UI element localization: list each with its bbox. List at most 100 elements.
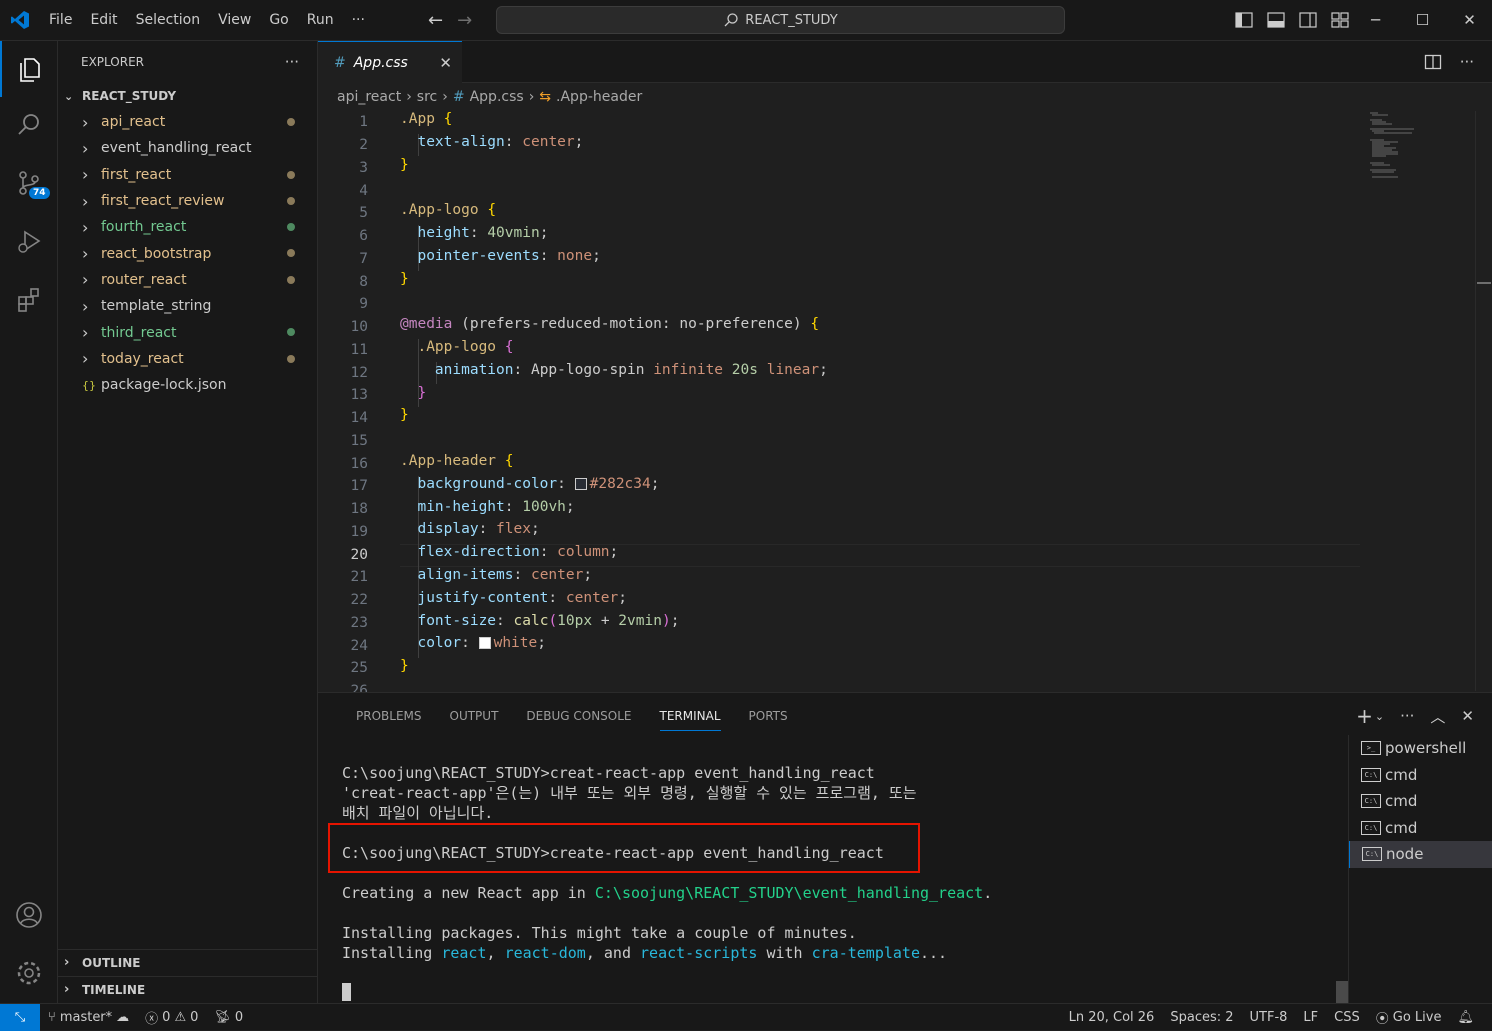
- problems-indicator[interactable]: ⓧ 0 ⚠ 0: [137, 1008, 206, 1027]
- explorer-more-button[interactable]: ···: [285, 53, 299, 71]
- customize-layout-icon[interactable]: [1330, 11, 1350, 29]
- toggle-panel-icon[interactable]: [1266, 11, 1286, 29]
- git-status-dot: [287, 249, 295, 258]
- end-of-line[interactable]: LF: [1295, 1010, 1326, 1025]
- terminal-list-item[interactable]: C:\ cmd: [1349, 788, 1492, 815]
- breadcrumb-item[interactable]: api_react: [337, 89, 401, 105]
- minimize-icon[interactable]: ─: [1352, 0, 1399, 40]
- cursor-position[interactable]: Ln 20, Col 26: [1061, 1010, 1163, 1025]
- forward-arrow-icon[interactable]: →: [457, 10, 472, 31]
- command-center[interactable]: REACT_STUDY: [496, 6, 1065, 34]
- value: white: [493, 635, 538, 651]
- git-status-dot: [287, 275, 295, 284]
- git-status-dot: [287, 118, 295, 126]
- explorer-icon[interactable]: [0, 41, 58, 97]
- tree-item[interactable]: › first_react: [58, 162, 317, 188]
- tab-app-css[interactable]: # App.css ✕: [318, 41, 462, 83]
- indentation[interactable]: Spaces: 2: [1162, 1010, 1241, 1025]
- menu-go[interactable]: Go: [260, 0, 297, 40]
- close-window-icon[interactable]: ✕: [1446, 0, 1492, 40]
- tree-item[interactable]: › fourth_react: [58, 214, 317, 240]
- notifications-bell-icon[interactable]: 🔔︎: [1449, 1010, 1482, 1025]
- extensions-icon[interactable]: [0, 271, 58, 327]
- language-mode[interactable]: CSS: [1326, 1010, 1368, 1025]
- menu-view[interactable]: View: [209, 0, 260, 40]
- code-line-3: }: [400, 157, 409, 173]
- tree-item[interactable]: › react_bootstrap: [58, 240, 317, 266]
- tab-problems[interactable]: PROBLEMS: [342, 693, 436, 739]
- new-terminal-icon[interactable]: +: [1356, 704, 1373, 728]
- terminal-list-item[interactable]: C:\ cmd: [1349, 762, 1492, 789]
- menu-selection[interactable]: Selection: [127, 0, 210, 40]
- menu-file[interactable]: File: [40, 0, 81, 40]
- tab-output[interactable]: OUTPUT: [436, 693, 513, 739]
- menu-more[interactable]: ···: [343, 0, 374, 40]
- chevron-down-icon[interactable]: ⌄: [1375, 710, 1384, 723]
- go-live-button[interactable]: ⦿ Go Live: [1368, 1008, 1450, 1027]
- run-debug-icon[interactable]: [0, 213, 58, 269]
- tree-item[interactable]: › third_react: [58, 319, 317, 345]
- back-arrow-icon[interactable]: ←: [428, 10, 443, 31]
- close-panel-icon[interactable]: ✕: [1461, 707, 1474, 725]
- terminal-path-link[interactable]: C:\soojung\REACT_STUDY\event_handling_re…: [595, 884, 983, 902]
- breadcrumb-item[interactable]: src: [417, 89, 437, 105]
- brace: {: [504, 339, 514, 355]
- code-editor[interactable]: 1 2 3 4 5 6 7 8 9 10 11 12 13 14 15 16 17 18 19 20 21 22 23 24 2…: [318, 111, 1492, 692]
- color-swatch[interactable]: [478, 637, 491, 649]
- breadcrumb-item[interactable]: .App-header: [556, 89, 642, 105]
- tab-terminal[interactable]: TERMINAL: [646, 693, 735, 739]
- editor-more-icon[interactable]: ···: [1460, 53, 1474, 71]
- timeline-section[interactable]: › TIMELINE: [58, 976, 317, 1002]
- search-view-icon[interactable]: [0, 97, 58, 153]
- tree-item[interactable]: {} package-lock.json: [58, 372, 317, 398]
- branch-indicator[interactable]: ⑂ master* ☁: [40, 1010, 137, 1025]
- menu-edit[interactable]: Edit: [81, 0, 126, 40]
- minimap[interactable]: [1368, 111, 1428, 231]
- tree-item[interactable]: › first_react_review: [58, 188, 317, 214]
- color-swatch[interactable]: [574, 478, 587, 490]
- workspace-root[interactable]: ⌄ REACT_STUDY: [58, 83, 317, 109]
- tree-item[interactable]: › event_handling_react: [58, 135, 317, 161]
- command-center-label: REACT_STUDY: [745, 12, 838, 28]
- terminal-cursor: [342, 983, 351, 1001]
- toggle-primary-sidebar-icon[interactable]: [1234, 11, 1254, 29]
- maximize-icon[interactable]: ☐: [1399, 0, 1446, 40]
- property: align-items: [417, 567, 514, 583]
- tree-item[interactable]: › template_string: [58, 293, 317, 319]
- panel-more-icon[interactable]: ···: [1400, 707, 1414, 725]
- chevron-right-icon: ›: [64, 982, 70, 997]
- terminal-list-item[interactable]: C:\ cmd: [1349, 815, 1492, 842]
- terminal-scrollbar[interactable]: [1336, 981, 1348, 1003]
- menu-run[interactable]: Run: [298, 0, 343, 40]
- tree-item-label: router_react: [101, 271, 187, 288]
- breadcrumb-item[interactable]: App.css: [470, 89, 524, 105]
- css-file-icon: #: [334, 54, 346, 71]
- value: 10px: [557, 613, 593, 629]
- encoding[interactable]: UTF-8: [1242, 1010, 1296, 1025]
- manage-gear-icon[interactable]: [0, 945, 58, 1001]
- outline-section[interactable]: › OUTLINE: [58, 949, 317, 975]
- tree-item[interactable]: › api_react: [58, 109, 317, 135]
- line-number-text: 7: [359, 250, 368, 267]
- tree-item-label: event_handling_react: [101, 140, 252, 157]
- accounts-icon[interactable]: [0, 887, 58, 943]
- property: text-align: [417, 134, 505, 150]
- remote-indicator-icon[interactable]: ⤡: [0, 1003, 40, 1031]
- maximize-panel-icon[interactable]: ︿: [1430, 706, 1445, 727]
- toggle-secondary-sidebar-icon[interactable]: [1298, 11, 1318, 29]
- source-control-icon[interactable]: 74: [0, 155, 58, 211]
- chevron-down-icon: ⌄: [64, 89, 74, 103]
- tree-item[interactable]: › today_react: [58, 346, 317, 372]
- close-tab-icon[interactable]: ✕: [439, 54, 452, 72]
- terminal-list-item[interactable]: C:\ node: [1349, 841, 1492, 868]
- tab-debug-console[interactable]: DEBUG CONSOLE: [512, 693, 645, 739]
- ports-indicator[interactable]: 📡︎ 0: [206, 1010, 251, 1025]
- line-number-text: 26: [350, 683, 368, 692]
- tree-item[interactable]: › router_react: [58, 267, 317, 293]
- split-editor-icon[interactable]: [1424, 54, 1442, 70]
- code-line-18: min-height: 100vh;: [417, 499, 575, 515]
- editor-scrollbar[interactable]: [1475, 111, 1491, 691]
- branch-name: master*: [59, 1009, 113, 1025]
- tab-ports[interactable]: PORTS: [735, 693, 802, 739]
- terminal-list-item[interactable]: >_ powershell: [1349, 735, 1492, 762]
